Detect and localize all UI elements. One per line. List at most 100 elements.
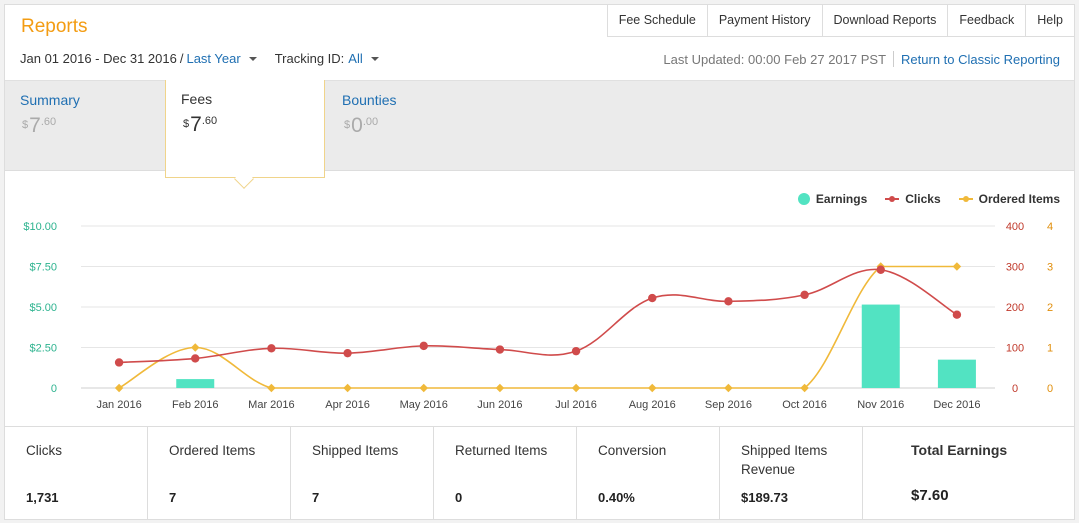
legend-clicks-label: Clicks <box>905 192 941 206</box>
ordered-items-point <box>571 383 581 393</box>
report-tabs: Summary $7.60 Fees $7.60 Bounties $0.00 <box>5 80 1074 189</box>
stat-value: 1,731 <box>26 490 59 505</box>
chart-legend: Earnings Clicks Ordered Items <box>780 192 1060 206</box>
clicks-point <box>800 290 809 300</box>
stat-label: Shipped Items <box>312 443 399 458</box>
reports-panel: Reports Fee Schedule Payment History Dow… <box>4 4 1075 520</box>
top-nav: Fee Schedule Payment History Download Re… <box>606 5 1074 37</box>
items-axis-tick-label: 4 <box>1047 221 1053 233</box>
ordered-items-point <box>267 383 276 393</box>
tab-summary[interactable]: Summary $7.60 <box>5 81 165 172</box>
tracking-id-select[interactable]: All <box>348 51 362 66</box>
date-range: Jan 01 2016 - Dec 31 2016 <box>20 51 177 66</box>
ordered-items-point <box>952 262 962 271</box>
currency-symbol: $ <box>344 119 351 131</box>
legend-ordered-items-label: Ordered Items <box>978 192 1060 206</box>
stat-returned-items: Returned Items 0 <box>434 427 577 520</box>
legend-ordered-items-swatch <box>958 196 973 202</box>
last-updated: Last Updated: 00:00 Feb 27 2017 PST <box>663 51 887 67</box>
clicks-point <box>724 297 733 306</box>
left-axis-tick-label: $10.00 <box>23 221 57 233</box>
status-divider <box>893 51 895 67</box>
tab-bounties-label: Bounties <box>342 92 397 108</box>
x-axis-tick-label: Apr 2016 <box>325 399 370 411</box>
classic-reporting-link[interactable]: Return to Classic Reporting <box>901 52 1060 67</box>
earnings-bar <box>861 304 900 388</box>
legend-ordered-items[interactable]: Ordered Items <box>958 192 1060 206</box>
stat-label: Clicks <box>26 443 62 458</box>
chart-canvas: 0 $2.50 $5.00 $7.50 $10.00 0 100 200 300 400 0 1 2 3 4… <box>23 221 1053 411</box>
ordered-items-point <box>114 383 124 393</box>
legend-earnings-label: Earnings <box>815 192 868 206</box>
help-link[interactable]: Help <box>1026 5 1074 36</box>
clicks-point <box>191 354 200 363</box>
tab-summary-label: Summary <box>20 92 80 108</box>
legend-earnings-swatch <box>797 193 810 205</box>
stat-value: $189.73 <box>741 490 788 505</box>
legend-clicks-swatch <box>885 196 900 202</box>
x-axis-tick-label: Dec 2016 <box>933 399 980 411</box>
stat-shipped-revenue: Shipped Items Revenue $189.73 <box>720 427 863 520</box>
status-bar: Last Updated: 00:00 Feb 27 2017 PST Retu… <box>663 51 1060 67</box>
tab-bounties[interactable]: Bounties $0.00 <box>327 81 487 172</box>
ordered-items-point <box>724 383 733 393</box>
stat-label: Conversion <box>598 443 667 458</box>
stat-label: Shipped Items Revenue <box>741 443 828 477</box>
x-axis-tick-label: Sep 2016 <box>705 399 752 411</box>
amount-cents: .00 <box>362 116 379 128</box>
x-axis-tick-label: Jun 2016 <box>477 399 522 411</box>
date-separator: / <box>179 51 184 66</box>
clicks-axis-tick-label: 0 <box>1012 383 1018 395</box>
x-axis-tick-label: Aug 2016 <box>629 399 676 411</box>
period-select[interactable]: Last Year <box>186 51 240 66</box>
download-reports-link[interactable]: Download Reports <box>823 5 949 36</box>
clicks-point <box>952 310 962 319</box>
filter-bar: Jan 01 2016 - Dec 31 2016 / Last Year Tr… <box>20 51 387 66</box>
stat-shipped-items: Shipped Items 7 <box>291 427 434 520</box>
summary-stats: Clicks 1,731 Ordered Items 7 Shipped Ite… <box>5 426 1074 520</box>
tab-summary-amount: $7.60 <box>22 114 56 138</box>
earnings-bar <box>176 379 215 388</box>
clicks-point <box>267 344 276 353</box>
tab-fees[interactable]: Fees $7.60 <box>165 80 325 189</box>
tracking-id-label: Tracking ID: <box>274 51 345 66</box>
page-title: Reports <box>21 16 88 37</box>
clicks-axis-tick-label: 200 <box>1006 302 1024 314</box>
amount-whole: 7 <box>190 113 202 136</box>
clicks-axis-tick-label: 400 <box>1006 221 1024 233</box>
stat-value: 7 <box>169 490 177 505</box>
earnings-bar <box>937 359 976 388</box>
tab-fees-label: Fees <box>181 91 213 107</box>
stat-clicks: Clicks 1,731 <box>5 427 148 520</box>
ordered-items-point <box>191 343 200 352</box>
stat-label: Returned Items <box>455 443 548 458</box>
clicks-point <box>495 345 505 354</box>
fee-schedule-link[interactable]: Fee Schedule <box>608 5 708 36</box>
legend-earnings[interactable]: Earnings <box>797 192 868 206</box>
clicks-point <box>114 358 124 367</box>
stat-label: Total Earnings <box>911 442 1008 458</box>
clicks-point <box>343 348 352 358</box>
ordered-items-point <box>343 383 352 393</box>
clicks-point <box>419 341 428 351</box>
amount-cents: .60 <box>201 115 218 127</box>
left-axis-tick-label: $5.00 <box>29 302 57 314</box>
left-axis-tick-label: $7.50 <box>29 262 57 274</box>
stat-value: 7 <box>312 490 320 505</box>
period-chevron-down-icon[interactable] <box>248 56 257 61</box>
payment-history-link[interactable]: Payment History <box>708 5 823 36</box>
items-axis-tick-label: 0 <box>1047 383 1053 395</box>
x-axis-tick-label: Mar 2016 <box>248 399 294 411</box>
left-axis-tick-label: 0 <box>51 383 57 395</box>
x-axis-tick-label: Jan 2016 <box>96 399 141 411</box>
stat-value: 0 <box>455 490 463 505</box>
legend-clicks[interactable]: Clicks <box>885 192 941 206</box>
items-axis-tick-label: 2 <box>1047 302 1053 314</box>
amount-cents: .60 <box>40 116 57 128</box>
x-axis-tick-label: Jul 2016 <box>555 399 597 411</box>
feedback-link[interactable]: Feedback <box>948 5 1027 36</box>
stat-ordered-items: Ordered Items 7 <box>148 427 291 520</box>
tab-fees-amount: $7.60 <box>183 113 217 137</box>
tracking-chevron-down-icon[interactable] <box>370 56 379 61</box>
stat-total-earnings: Total Earnings $7.60 <box>863 427 1047 520</box>
